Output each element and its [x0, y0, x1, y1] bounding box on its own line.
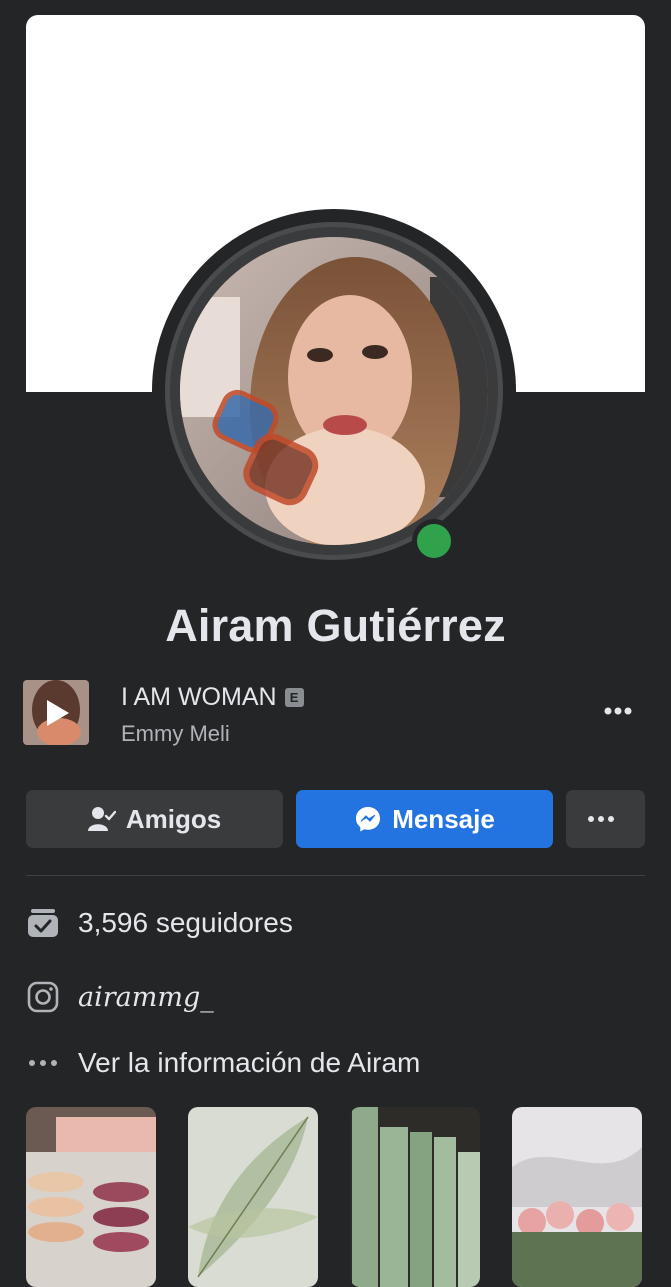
- more-horizontal-icon: [604, 707, 632, 715]
- person-check-icon: [87, 807, 116, 831]
- profile-name: Airam Gutiérrez: [165, 600, 506, 651]
- friends-button[interactable]: Amigos: [26, 790, 283, 848]
- more-horizontal-icon: [587, 816, 614, 822]
- song-artist: Emmy Meli: [121, 721, 230, 746]
- song-title: I AM WOMAN: [121, 683, 277, 711]
- featured-photo[interactable]: [188, 1107, 318, 1287]
- featured-photo[interactable]: [512, 1107, 642, 1287]
- instagram-row[interactable]: airammg_: [26, 980, 214, 1014]
- more-horizontal-icon: [26, 1046, 60, 1080]
- followers-icon: [26, 906, 60, 940]
- featured-photo[interactable]: [26, 1107, 156, 1287]
- friends-label: Amigos: [125, 803, 222, 834]
- divider: [26, 875, 645, 876]
- song-more-button[interactable]: [600, 696, 636, 726]
- instagram-icon: [26, 980, 60, 1014]
- avatar-photo: [180, 237, 488, 545]
- followers-row[interactable]: 3,596 seguidores: [26, 906, 293, 940]
- messenger-icon: [356, 807, 381, 832]
- song-play-button[interactable]: [23, 680, 89, 745]
- see-info-row[interactable]: Ver la información de Airam: [26, 1046, 420, 1080]
- online-status-dot: [412, 519, 456, 563]
- explicit-badge: E: [284, 688, 304, 707]
- see-info-link: Ver la información de Airam: [78, 1047, 421, 1078]
- followers-count: 3,596 seguidores: [78, 907, 293, 938]
- message-label: Mensaje: [392, 803, 495, 834]
- instagram-handle: airammg_: [78, 981, 214, 1013]
- profile-avatar[interactable]: [165, 222, 503, 560]
- profile-more-button[interactable]: [566, 790, 645, 848]
- message-button[interactable]: Mensaje: [296, 790, 553, 848]
- song-title-row[interactable]: I AM WOMAN E: [121, 683, 304, 712]
- featured-photo[interactable]: [350, 1107, 480, 1287]
